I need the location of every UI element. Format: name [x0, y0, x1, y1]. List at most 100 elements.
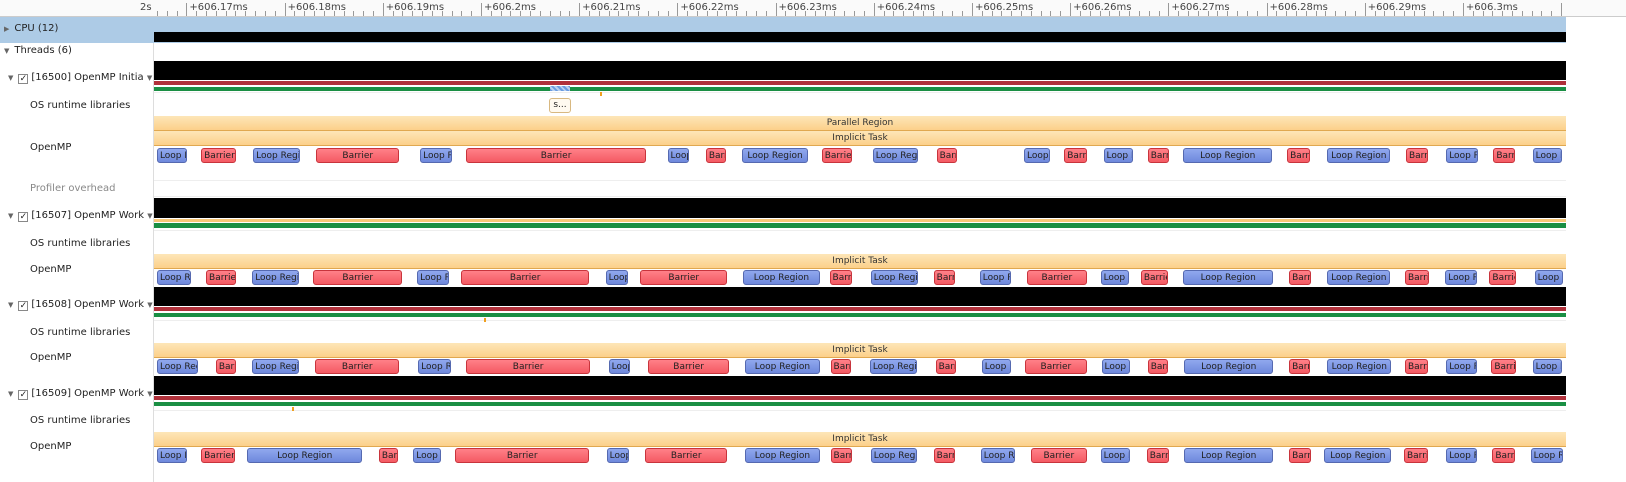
loop-region-bar[interactable]: Loop Region: [1446, 148, 1478, 163]
thread-row-1[interactable]: ▼ ✓ [16507] OpenMP Work ▼: [8, 210, 158, 222]
openmp-label[interactable]: OpenMP: [30, 441, 71, 452]
loop-region-bar[interactable]: Loop Region: [745, 448, 820, 463]
collapse-down-icon[interactable]: ▼: [8, 74, 13, 82]
barrier-bar[interactable]: Barrier: [316, 148, 400, 163]
barrier-bar[interactable]: Barrier: [455, 448, 589, 463]
barrier-bar[interactable]: Barrier: [1404, 270, 1429, 285]
barrier-bar[interactable]: Barrier: [1147, 148, 1170, 163]
loop-region-bar[interactable]: Loop Region: [417, 270, 449, 285]
barrier-bar[interactable]: Barrier: [1026, 270, 1087, 285]
loop-region-bar[interactable]: Loop Region: [1184, 359, 1274, 374]
dropdown-icon[interactable]: ▼: [147, 212, 152, 220]
barrier-bar[interactable]: Barrier: [1491, 359, 1516, 374]
loop-region-bar[interactable]: Loop Region: [252, 270, 300, 285]
loop-region-bar[interactable]: Loop Region: [156, 148, 188, 163]
os-runtime-event[interactable]: s...: [548, 98, 572, 113]
loop-region-bar[interactable]: Loop Region: [605, 270, 629, 285]
timeline-ruler[interactable]: 2s +606.17ms +606.18ms +606.19ms +606.2ms +6…: [0, 0, 1626, 17]
thread-checkbox[interactable]: ✓: [18, 74, 29, 84]
barrier-bar[interactable]: Barrier: [313, 270, 403, 285]
barrier-bar[interactable]: Barrier: [935, 359, 957, 374]
thread-checkbox[interactable]: ✓: [18, 301, 29, 311]
barrier-bar[interactable]: Barrier: [1146, 448, 1170, 463]
loop-region-bar[interactable]: Loop Region: [1445, 270, 1477, 285]
barrier-bar[interactable]: Barrier: [1024, 359, 1087, 374]
barrier-bar[interactable]: Barrier: [206, 270, 237, 285]
barrier-bar[interactable]: Barrier: [1489, 270, 1516, 285]
barrier-bar[interactable]: Barrier: [705, 148, 727, 163]
loop-region-bar[interactable]: Loop Region: [981, 359, 1012, 374]
barrier-bar[interactable]: Barrier: [1493, 148, 1515, 163]
barrier-bar[interactable]: Barrier: [215, 359, 237, 374]
implicit-task-bar[interactable]: Implicit Task: [154, 343, 1566, 358]
loop-region-bar[interactable]: Loop Region: [413, 448, 441, 463]
thread-checkbox[interactable]: ✓: [18, 390, 29, 400]
barrier-bar[interactable]: Barrier: [1492, 448, 1515, 463]
loop-region-bar[interactable]: Loop Region: [1446, 448, 1477, 463]
loop-region-bar[interactable]: Loop Region: [156, 359, 199, 374]
loop-region-bar[interactable]: Loop Region: [745, 359, 820, 374]
parallel-region-bar[interactable]: Parallel Region: [154, 116, 1566, 131]
implicit-task-bar[interactable]: Implicit Task: [154, 432, 1566, 447]
expand-right-icon[interactable]: ▶: [4, 25, 9, 33]
barrier-bar[interactable]: Barrier: [830, 359, 852, 374]
barrier-bar[interactable]: Barrier: [1404, 359, 1428, 374]
loop-region-bar[interactable]: Loop Region: [247, 448, 363, 463]
loop-region-bar[interactable]: Loop Region: [608, 359, 631, 374]
loop-region-bar[interactable]: Loop Region: [1100, 448, 1131, 463]
barrier-bar[interactable]: Barrier: [647, 359, 730, 374]
openmp-label[interactable]: OpenMP: [30, 352, 71, 363]
thread-row-2[interactable]: ▼ ✓ [16508] OpenMP Work ▼: [8, 299, 158, 311]
loop-region-bar[interactable]: Loop Region: [743, 270, 820, 285]
loop-region-bar[interactable]: Loop Region: [870, 448, 917, 463]
barrier-bar[interactable]: Barrier: [1403, 448, 1428, 463]
loop-region-bar[interactable]: Loop Region: [1327, 359, 1392, 374]
loop-region-bar[interactable]: Loop Region: [1023, 148, 1051, 163]
loop-region-bar[interactable]: Loop Region: [1183, 270, 1274, 285]
loop-region-bar[interactable]: Loop Region: [1327, 270, 1391, 285]
loop-region-bar[interactable]: Loop Region: [156, 448, 188, 463]
loop-region-bar[interactable]: Loop Region: [667, 148, 690, 163]
loop-region-bar[interactable]: Loop Region: [1103, 148, 1133, 163]
collapse-down-icon[interactable]: ▼: [8, 390, 13, 398]
barrier-bar[interactable]: Barrier: [461, 270, 589, 285]
loop-region-bar[interactable]: Loop Region: [870, 270, 918, 285]
loop-region-bar[interactable]: Loop Region: [979, 270, 1012, 285]
barrier-bar[interactable]: Barrier: [466, 148, 646, 163]
threads-row-label[interactable]: ▼ Threads (6): [4, 45, 72, 56]
loop-region-bar[interactable]: Loop Region: [1184, 448, 1274, 463]
loop-region-bar[interactable]: Loop Region: [980, 448, 1016, 463]
thread-checkbox[interactable]: ✓: [18, 212, 29, 222]
os-runtime-label[interactable]: OS runtime libraries: [30, 415, 130, 426]
loop-region-bar[interactable]: Loop Region: [1100, 270, 1130, 285]
loop-region-bar[interactable]: Loop Region: [1534, 270, 1564, 285]
barrier-bar[interactable]: Barrier: [201, 148, 237, 163]
barrier-bar[interactable]: Barrier: [1289, 270, 1311, 285]
barrier-bar[interactable]: Barrier: [933, 448, 956, 463]
barrier-bar[interactable]: Barrier: [1289, 448, 1311, 463]
os-runtime-label[interactable]: OS runtime libraries: [30, 327, 130, 338]
loop-region-bar[interactable]: Loop Region: [1532, 359, 1563, 374]
barrier-bar[interactable]: Barrier: [644, 448, 728, 463]
loop-region-bar[interactable]: Loop Region: [253, 148, 301, 163]
barrier-bar[interactable]: Barrier: [315, 359, 400, 374]
os-runtime-label[interactable]: OS runtime libraries: [30, 100, 130, 111]
loop-region-bar[interactable]: Loop Region: [742, 148, 808, 163]
loop-region-bar[interactable]: Loop Region: [1101, 359, 1131, 374]
loop-region-bar[interactable]: Loop Region: [1532, 148, 1563, 163]
loop-region-bar[interactable]: Loop Region: [1183, 148, 1273, 163]
loop-region-bar[interactable]: Loop Region: [252, 359, 300, 374]
implicit-task-bar[interactable]: Implicit Task: [154, 254, 1566, 269]
barrier-bar[interactable]: Barrier: [1287, 148, 1310, 163]
barrier-bar[interactable]: Barrier: [201, 448, 236, 463]
loop-region-bar[interactable]: Loop Region: [872, 148, 918, 163]
loop-region-bar[interactable]: Loop Region: [418, 359, 451, 374]
dropdown-icon[interactable]: ▼: [147, 390, 152, 398]
barrier-bar[interactable]: Barrier: [1289, 359, 1310, 374]
collapse-down-icon[interactable]: ▼: [8, 212, 13, 220]
barrier-bar[interactable]: Barrier: [1030, 448, 1087, 463]
cpu-row-label[interactable]: ▶ CPU (12): [4, 23, 58, 34]
dropdown-icon[interactable]: ▼: [147, 301, 152, 309]
thread-row-0[interactable]: ▼ ✓ [16500] OpenMP Initia ▼: [8, 72, 157, 84]
loop-region-bar[interactable]: Loop Region: [156, 270, 192, 285]
